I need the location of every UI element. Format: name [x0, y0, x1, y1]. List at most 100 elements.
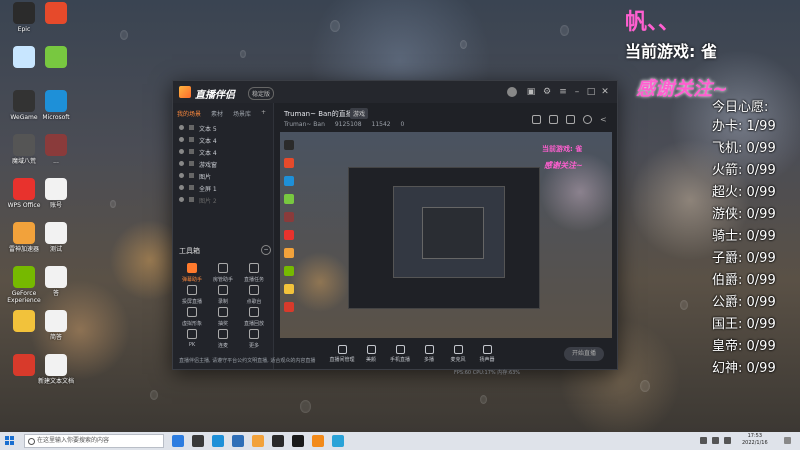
toolbox-toggle-icon[interactable]: −	[261, 245, 271, 255]
tool-cast[interactable]: 投屏直播	[177, 285, 207, 305]
wish-name: 游侠	[712, 207, 739, 222]
lock-icon[interactable]	[189, 149, 194, 154]
share-icon[interactable]: <	[600, 115, 609, 124]
maximize-icon[interactable]: □	[585, 86, 597, 98]
lock-icon[interactable]	[189, 125, 194, 130]
rank-icon[interactable]	[566, 115, 575, 124]
close-icon[interactable]: ✕	[599, 86, 611, 98]
visibility-eye-icon[interactable]	[179, 149, 184, 154]
taskbar-app-icon[interactable]	[232, 435, 244, 447]
taskbar-app-icon[interactable]	[212, 435, 224, 447]
visibility-eye-icon[interactable]	[179, 125, 184, 130]
control-beauty[interactable]: 美颜	[357, 345, 385, 363]
tool-pk[interactable]: PK	[177, 329, 207, 348]
owl-app-icon-image	[13, 310, 35, 332]
file-icon-3[interactable]: 答	[36, 266, 76, 297]
taskbar-app-icon[interactable]	[192, 435, 204, 447]
control-room-manage[interactable]: 直播间管理	[328, 345, 356, 363]
tool-danmaku[interactable]: 弹幕助手	[177, 263, 207, 283]
lock-icon[interactable]	[189, 173, 194, 178]
lock-icon[interactable]	[189, 197, 194, 202]
desktop-icon-label: 账号	[49, 202, 62, 209]
wish-row: 火箭: 0/99	[712, 160, 800, 182]
start-live-button[interactable]: 开始直播	[564, 347, 604, 361]
file-icon-1[interactable]: 账号	[36, 178, 76, 209]
app-icon-2[interactable]	[36, 2, 76, 26]
taskbar-app-icon[interactable]	[252, 435, 264, 447]
taskbar-app-icon[interactable]	[272, 435, 284, 447]
visibility-eye-icon[interactable]	[179, 137, 184, 142]
lock-icon[interactable]	[189, 161, 194, 166]
control-speaker[interactable]: 扬声器	[473, 345, 501, 363]
tool-manager[interactable]: 房管助手	[208, 263, 238, 283]
wish-separator: :	[738, 119, 747, 134]
tray-network-icon[interactable]	[700, 437, 707, 444]
tray-clock[interactable]: 17:53 2022/1/16	[742, 433, 768, 447]
tool-lottery[interactable]: 抽奖	[208, 307, 238, 327]
scene-item[interactable]: 全屏 1	[177, 183, 269, 195]
settings-icon[interactable]: ⚙	[541, 86, 553, 98]
add-scene-icon[interactable]: +	[261, 109, 266, 116]
scene-list: 文本 5 文本 4 文本 4 游戏窗 图片 全屏 1 图片 2	[177, 123, 269, 207]
scene-item[interactable]: 文本 5	[177, 123, 269, 135]
tab-materials[interactable]: 素材	[211, 109, 223, 118]
game-icon-2[interactable]: ...	[36, 134, 76, 165]
tray-volume-icon[interactable]	[712, 437, 719, 444]
skin-icon[interactable]: ▣	[525, 86, 537, 98]
tool-record[interactable]: 录制	[208, 285, 238, 305]
tool-song[interactable]: 点歌台	[239, 285, 269, 305]
tray-ime-icon[interactable]	[724, 437, 731, 444]
lock-icon[interactable]	[189, 185, 194, 190]
tool-more[interactable]: 更多	[239, 329, 269, 349]
scene-item[interactable]: 图片 2	[177, 195, 269, 207]
file-icon-4[interactable]: 简答	[36, 310, 76, 341]
notification-icon[interactable]	[583, 115, 592, 124]
tool-mic-link[interactable]: 连麦	[208, 329, 238, 349]
title-bar[interactable]: 直播伴侣 稳定版 ▣ ⚙ ≡ – □ ✕	[173, 81, 617, 103]
gift-icon[interactable]	[532, 115, 541, 124]
user-avatar[interactable]	[507, 87, 517, 97]
scene-item[interactable]: 文本 4	[177, 147, 269, 159]
notification-center-icon[interactable]	[784, 437, 791, 444]
room-category-tag[interactable]: 游戏	[350, 108, 369, 119]
scene-label: 图片 2	[199, 198, 217, 205]
scene-item[interactable]: 图片	[177, 171, 269, 183]
wish-row: 国王: 0/99	[712, 314, 800, 336]
scene-item[interactable]: 游戏窗	[177, 159, 269, 171]
windows-start-icon[interactable]	[5, 436, 15, 446]
stream-preview[interactable]: 当前游戏: 雀 感谢关注~	[280, 132, 612, 338]
taskbar-search-input[interactable]: 在这里输入你要搜索的内容	[24, 434, 164, 448]
visibility-eye-icon[interactable]	[179, 161, 184, 166]
preview-overlay-thanks: 感谢关注~	[544, 161, 583, 170]
taskbar-app-icon[interactable]	[332, 435, 344, 447]
visibility-eye-icon[interactable]	[179, 197, 184, 202]
lock-icon[interactable]	[189, 137, 194, 142]
taskbar-app-icon[interactable]	[312, 435, 324, 447]
file-icon-2[interactable]: 测试	[36, 222, 76, 253]
tool-replay[interactable]: 直播回放	[239, 307, 269, 327]
control-multi-stream[interactable]: 多播	[415, 345, 443, 363]
visibility-eye-icon[interactable]	[179, 173, 184, 178]
wish-count: 0/99	[746, 273, 776, 288]
taskbar-app-icon[interactable]	[172, 435, 184, 447]
preview-desktop-icon	[284, 266, 294, 276]
scene-item[interactable]: 文本 4	[177, 135, 269, 147]
tab-my-scenes[interactable]: 我的场景	[177, 109, 201, 118]
desktop-icon-label: ...	[53, 158, 59, 165]
message-icon[interactable]	[549, 115, 558, 124]
minimize-icon[interactable]: –	[571, 86, 583, 98]
menu-icon[interactable]: ≡	[557, 86, 569, 98]
app-icon-4[interactable]	[36, 46, 76, 70]
tool-task[interactable]: 直播任务	[239, 263, 269, 283]
taskbar-app-icon[interactable]	[292, 435, 304, 447]
rain-drop	[300, 400, 311, 413]
edge-icon[interactable]: Microsoft	[36, 90, 76, 121]
control-phone-live[interactable]: 手机直播	[386, 345, 414, 363]
tool-label: 点歌台	[246, 299, 262, 305]
room-streamer: Truman~ Ban	[284, 121, 325, 128]
control-microphone[interactable]: 麦克风	[444, 345, 472, 363]
tab-scene-library[interactable]: 场景库	[233, 109, 251, 118]
tool-avatar[interactable]: 虚拟形象	[177, 307, 207, 327]
visibility-eye-icon[interactable]	[179, 185, 184, 190]
file-icon-5[interactable]: 新建文本文档	[36, 354, 76, 385]
